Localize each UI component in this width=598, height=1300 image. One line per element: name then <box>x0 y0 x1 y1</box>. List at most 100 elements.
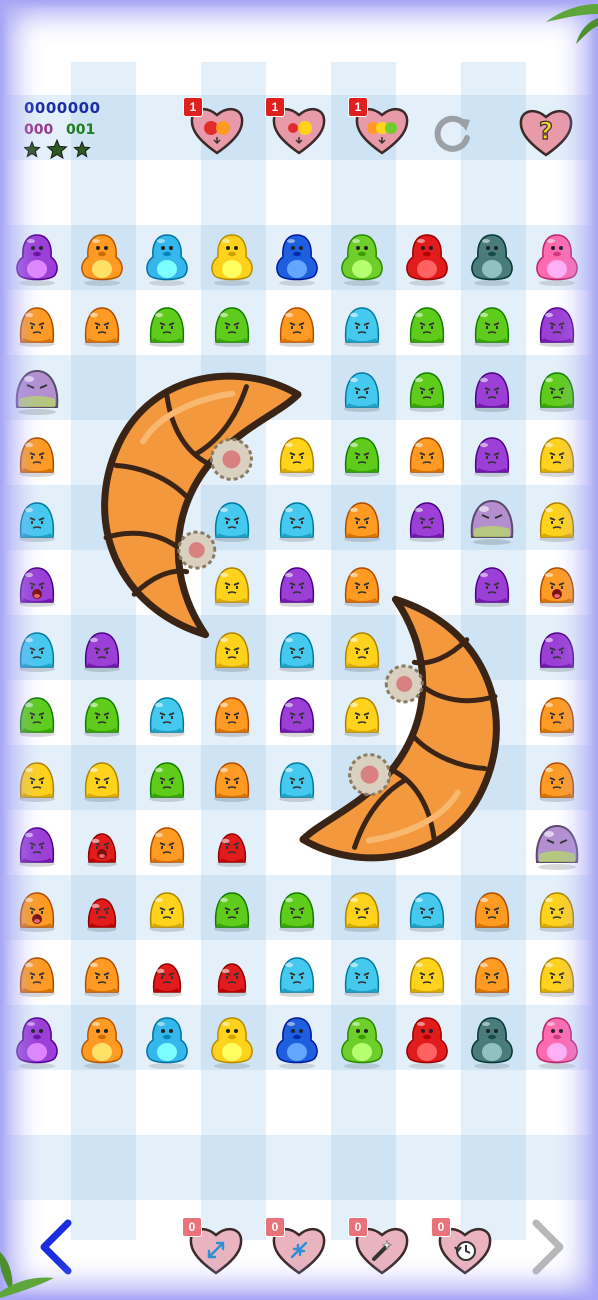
cyan-penguin[interactable] <box>135 1008 200 1073</box>
leaf-decoration <box>546 4 598 44</box>
goal-counter: 001 <box>66 122 96 138</box>
powerup-count-badge: 1 <box>265 97 285 117</box>
red-small-blob[interactable] <box>200 942 265 1007</box>
chevron-right-icon[interactable] <box>522 1217 572 1277</box>
teal-penguin[interactable] <box>460 1008 525 1073</box>
orange-blob[interactable] <box>460 877 525 942</box>
magic-wand-booster[interactable]: 0 <box>348 1217 410 1277</box>
powerup-combo-3[interactable]: 1 <box>348 97 410 157</box>
red-small-blob[interactable] <box>70 877 135 942</box>
expand-booster[interactable]: 0 <box>182 1217 244 1277</box>
orange-penguin[interactable] <box>70 225 135 290</box>
pink-penguin[interactable] <box>525 1008 590 1073</box>
orange-scared-blob[interactable] <box>5 877 70 942</box>
booster-count-badge: 0 <box>182 1217 202 1237</box>
orange-blob[interactable] <box>5 292 70 357</box>
purple-scared-blob[interactable] <box>5 552 70 617</box>
powerup-combo-1[interactable]: 1 <box>183 97 245 157</box>
orange-blob[interactable] <box>395 422 460 487</box>
lime-blob[interactable] <box>395 357 460 422</box>
orange-blob[interactable] <box>460 942 525 1007</box>
yellow-blob[interactable] <box>135 877 200 942</box>
red-small-scared-blob[interactable] <box>70 812 135 877</box>
lightblue-blob[interactable] <box>5 617 70 682</box>
booster-count-badge: 0 <box>265 1217 285 1237</box>
blue-penguin[interactable] <box>265 1008 330 1073</box>
pink-penguin[interactable] <box>525 225 590 290</box>
cyan-penguin[interactable] <box>135 225 200 290</box>
lime-blob[interactable] <box>525 357 590 422</box>
purple-blob[interactable] <box>395 487 460 552</box>
undo-booster[interactable]: 0 <box>431 1217 493 1277</box>
lightblue-blob[interactable] <box>330 942 395 1007</box>
purple-blob[interactable] <box>460 357 525 422</box>
purple-penguin[interactable] <box>5 225 70 290</box>
orange-blob[interactable] <box>5 422 70 487</box>
orange-blob[interactable] <box>135 812 200 877</box>
score-counter: 0000000 <box>24 99 101 117</box>
yellow-blob[interactable] <box>525 942 590 1007</box>
green-penguin[interactable] <box>330 225 395 290</box>
bubble-blob[interactable] <box>5 357 70 422</box>
red-penguin[interactable] <box>395 1008 460 1073</box>
help-button[interactable]: ? <box>518 105 574 159</box>
red-penguin[interactable] <box>395 225 460 290</box>
purple-blob[interactable] <box>5 812 70 877</box>
lime-blob[interactable] <box>265 877 330 942</box>
leaf-decoration <box>0 1252 54 1298</box>
moves-counter: 000 <box>24 122 54 138</box>
yellow-blob[interactable] <box>525 487 590 552</box>
lightblue-blob[interactable] <box>265 942 330 1007</box>
orange-blob[interactable] <box>5 942 70 1007</box>
blue-penguin[interactable] <box>265 225 330 290</box>
red-small-blob[interactable] <box>135 942 200 1007</box>
purple-penguin[interactable] <box>5 1008 70 1073</box>
purple-blob[interactable] <box>525 292 590 357</box>
yellow-blob[interactable] <box>395 942 460 1007</box>
yellow-blob[interactable] <box>330 877 395 942</box>
orange-blob[interactable] <box>200 747 265 812</box>
orange-blob[interactable] <box>265 292 330 357</box>
lime-blob[interactable] <box>135 292 200 357</box>
lime-blob[interactable] <box>135 747 200 812</box>
shrink-booster[interactable]: 0 <box>265 1217 327 1277</box>
lightblue-blob[interactable] <box>330 357 395 422</box>
lightblue-blob[interactable] <box>5 487 70 552</box>
booster-count-badge: 0 <box>431 1217 451 1237</box>
lightblue-blob[interactable] <box>395 877 460 942</box>
lime-blob[interactable] <box>200 877 265 942</box>
star-icon <box>73 140 91 158</box>
yellow-blob[interactable] <box>70 747 135 812</box>
orange-blob[interactable] <box>70 292 135 357</box>
red-small-blob[interactable] <box>200 812 265 877</box>
bubble-blob[interactable] <box>460 487 525 552</box>
lime-blob[interactable] <box>330 422 395 487</box>
lightblue-blob[interactable] <box>330 292 395 357</box>
yellow-penguin[interactable] <box>200 1008 265 1073</box>
orange-penguin[interactable] <box>70 1008 135 1073</box>
lime-blob[interactable] <box>200 292 265 357</box>
lime-blob[interactable] <box>70 682 135 747</box>
lime-blob[interactable] <box>395 292 460 357</box>
lime-blob[interactable] <box>460 292 525 357</box>
orange-blob[interactable] <box>200 682 265 747</box>
powerup-combo-2[interactable]: 1 <box>265 97 327 157</box>
yellow-blob[interactable] <box>525 877 590 942</box>
teal-penguin[interactable] <box>460 225 525 290</box>
yellow-penguin[interactable] <box>200 225 265 290</box>
lime-blob[interactable] <box>5 682 70 747</box>
green-penguin[interactable] <box>330 1008 395 1073</box>
hud: 0000000 000 001 1 1 1 ? <box>0 95 598 170</box>
star-icon <box>24 140 41 158</box>
refresh-icon[interactable] <box>428 112 476 156</box>
booster-count-badge: 0 <box>348 1217 368 1237</box>
yellow-blob[interactable] <box>525 422 590 487</box>
orange-blob[interactable] <box>330 487 395 552</box>
orange-blob[interactable] <box>70 942 135 1007</box>
yellow-blob[interactable] <box>5 747 70 812</box>
help-label: ? <box>538 116 553 145</box>
croissant-obstacle <box>299 595 500 862</box>
lightblue-blob[interactable] <box>135 682 200 747</box>
purple-blob[interactable] <box>460 422 525 487</box>
star-icon <box>46 139 68 160</box>
